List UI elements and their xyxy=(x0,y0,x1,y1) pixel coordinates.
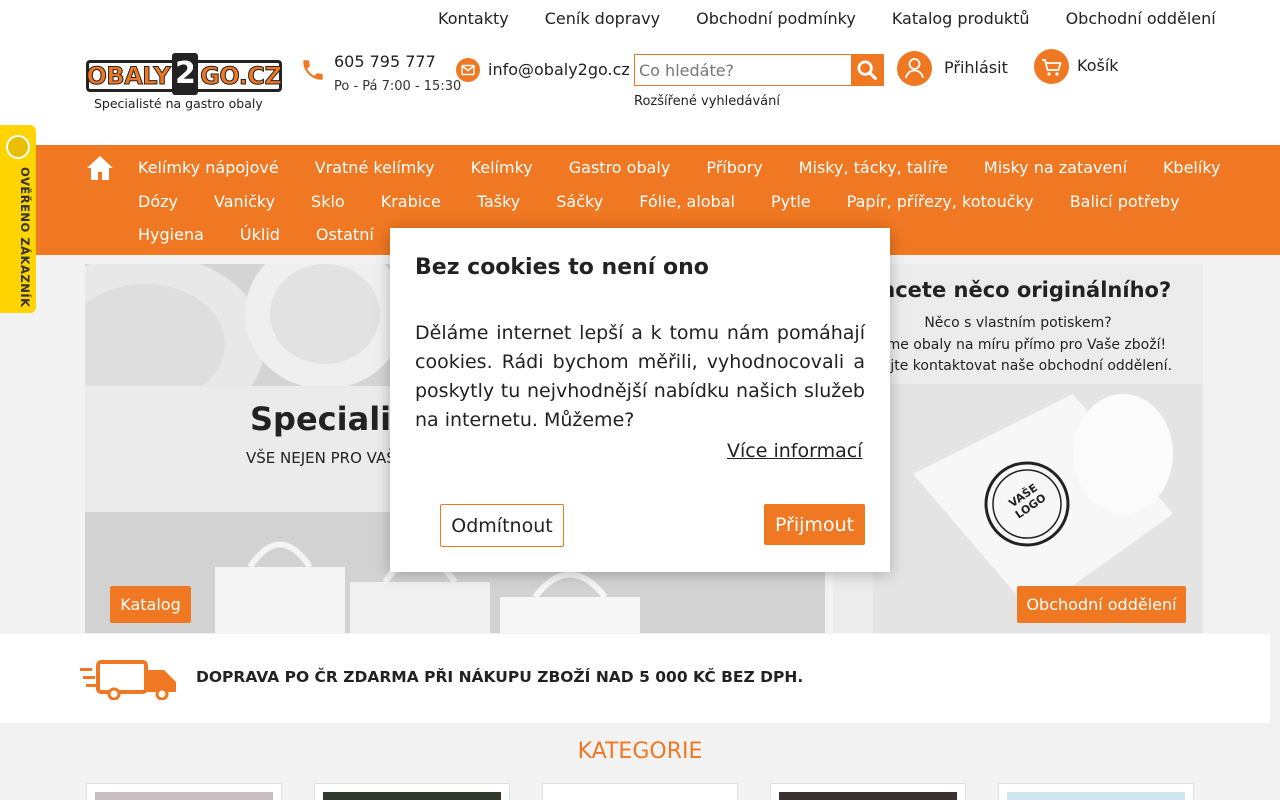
cookie-more-info-link[interactable]: Více informací xyxy=(727,440,862,462)
top-nav-sales[interactable]: Obchodní oddělení xyxy=(1066,9,1216,28)
nav-item-sealing-bowls[interactable]: Misky na zatavení xyxy=(984,158,1127,177)
cart-icon[interactable] xyxy=(1034,49,1069,84)
logo-left: OBALY xyxy=(86,62,171,91)
nav-item-glass[interactable]: Sklo xyxy=(311,192,345,211)
search-box xyxy=(634,54,884,86)
category-card-image xyxy=(779,792,957,800)
sales-department-button[interactable]: Obchodní oddělení xyxy=(1017,586,1186,623)
nav-item-other[interactable]: Ostatní xyxy=(316,225,374,244)
opening-hours: Po - Pá 7:00 - 15:30 xyxy=(334,79,462,94)
top-nav: Kontakty Ceník dopravy Obchodní podmínky… xyxy=(438,9,1252,28)
nav-item-returnable-cups[interactable]: Vratné kelímky xyxy=(315,158,435,177)
nav-item-bin-bags[interactable]: Pytle xyxy=(771,192,811,211)
nav-item-foil[interactable]: Fólie, alobal xyxy=(639,192,735,211)
phone-number[interactable]: 605 795 777 xyxy=(334,52,436,71)
nav-item-hygiene[interactable]: Hygiena xyxy=(138,225,204,244)
advanced-search-link[interactable]: Rozšířené vyhledávání xyxy=(634,94,780,109)
nav-item-gastro-packaging[interactable]: Gastro obaly xyxy=(569,158,671,177)
site-header: Kontakty Ceník dopravy Obchodní podmínky… xyxy=(0,0,1280,145)
cookie-accept-button[interactable]: Přijmout xyxy=(764,504,865,545)
nav-item-bags[interactable]: Tašky xyxy=(477,192,520,211)
nav-item-containers[interactable]: Dózy xyxy=(138,192,178,211)
nav-item-cutlery[interactable]: Příbory xyxy=(706,158,762,177)
cookie-dialog-title: Bez cookies to není ono xyxy=(415,255,709,280)
nav-item-packing-supplies[interactable]: Balicí potřeby xyxy=(1070,192,1180,211)
category-card-image xyxy=(323,792,501,800)
free-delivery-strip: DOPRAVA PO ČR ZDARMA PŘI NÁKUPU ZBOŽÍ NA… xyxy=(0,634,1270,723)
free-delivery-text: DOPRAVA PO ČR ZDARMA PŘI NÁKUPU ZBOŽÍ NA… xyxy=(196,668,804,686)
truck-icon xyxy=(80,660,176,700)
catalog-button[interactable]: Katalog xyxy=(110,586,191,623)
nav-item-bowls-trays-plates[interactable]: Misky, tácky, talíře xyxy=(799,158,948,177)
nav-item-boxes[interactable]: Krabice xyxy=(381,192,441,211)
login-link[interactable]: Přihlásit xyxy=(944,58,1008,77)
email-icon xyxy=(456,58,480,82)
search-button[interactable] xyxy=(851,55,883,85)
verified-badge-label: OVĚŘENO ZÁKAZNÍKY xyxy=(18,167,32,307)
nav-item-drink-cups[interactable]: Kelímky nápojové xyxy=(138,158,279,177)
logo-two: 2 xyxy=(172,53,199,95)
cart-link[interactable]: Košík xyxy=(1077,56,1119,75)
search-input[interactable] xyxy=(635,55,847,85)
top-nav-catalog[interactable]: Katalog produktů xyxy=(892,9,1030,28)
user-icon[interactable] xyxy=(897,51,932,86)
top-nav-shipping-prices[interactable]: Ceník dopravy xyxy=(545,9,660,28)
categories-heading: KATEGORIE xyxy=(577,739,703,764)
logo-tagline: Specialisté na gastro obaly xyxy=(94,96,263,111)
category-nav-row-1: Kelímky nápojové Vratné kelímky Kelímky … xyxy=(138,158,1256,177)
nav-item-cleaning[interactable]: Úklid xyxy=(240,225,280,244)
email-link[interactable]: info@obaly2go.cz xyxy=(488,60,630,79)
home-icon[interactable] xyxy=(85,153,115,183)
category-card[interactable] xyxy=(542,783,738,800)
nav-item-buckets[interactable]: Kbelíky xyxy=(1163,158,1221,177)
category-card[interactable] xyxy=(998,783,1194,800)
nav-item-paper[interactable]: Papír, přířezy, kotoučky xyxy=(847,192,1034,211)
cookie-consent-dialog: Bez cookies to není ono Děláme internet … xyxy=(390,228,890,572)
category-card-image xyxy=(1007,792,1185,800)
logo-wordmark: OBALY 2 GO.CZ xyxy=(86,53,283,95)
cookie-dialog-body: Děláme internet lepší a k tomu nám pomáh… xyxy=(415,322,865,431)
category-card[interactable] xyxy=(770,783,966,800)
promo-subtitle: VŠE NEJEN PRO VAŠ xyxy=(246,449,396,467)
nav-item-trays[interactable]: Vaničky xyxy=(214,192,275,211)
nav-item-sacks[interactable]: Sáčky xyxy=(556,192,603,211)
verified-seal-icon xyxy=(6,135,30,159)
category-card-image xyxy=(551,792,729,800)
phone-icon xyxy=(303,60,323,80)
category-nav-row-3: Hygiena Úklid Ostatní xyxy=(138,225,410,244)
logo-right: GO.CZ xyxy=(200,62,283,91)
category-card[interactable] xyxy=(314,783,510,800)
site-logo[interactable]: OBALY 2 GO.CZ Specialisté na gastro obaly xyxy=(86,53,284,114)
cookie-decline-button[interactable]: Odmítnout xyxy=(440,504,564,547)
category-card-image xyxy=(95,792,273,800)
search-icon xyxy=(857,60,877,80)
top-nav-terms[interactable]: Obchodní podmínky xyxy=(696,9,856,28)
category-nav-row-2: Dózy Vaničky Sklo Krabice Tašky Sáčky Fó… xyxy=(138,192,1216,211)
nav-item-cups[interactable]: Kelímky xyxy=(471,158,533,177)
category-card[interactable] xyxy=(86,783,282,800)
verified-badge[interactable]: OVĚŘENO ZÁKAZNÍKY xyxy=(0,125,36,313)
top-nav-contacts[interactable]: Kontakty xyxy=(438,9,509,28)
